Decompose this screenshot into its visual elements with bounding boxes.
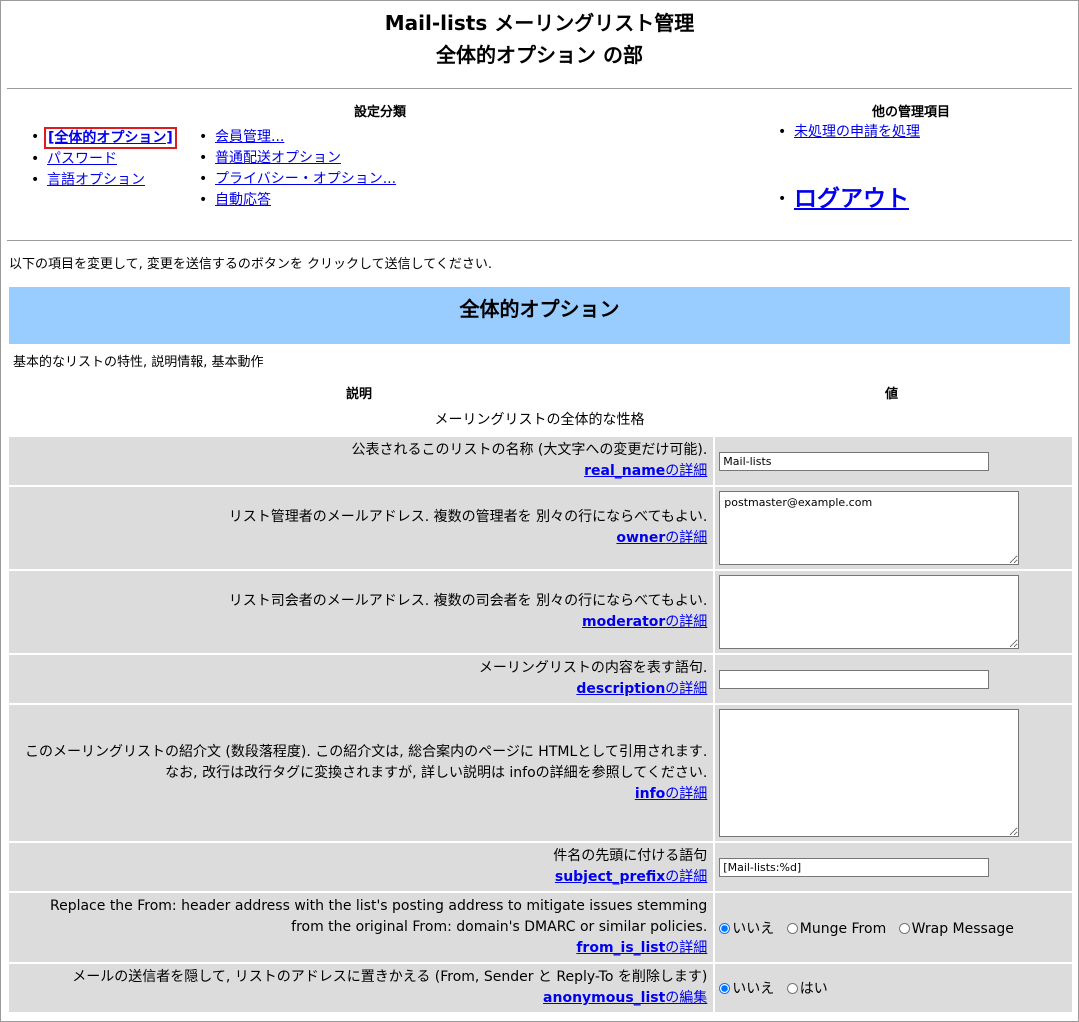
option-value-real-name	[715, 437, 1072, 485]
nav-link-autoreply[interactable]: 自動応答	[215, 192, 271, 208]
option-desc-owner: リスト管理者のメールアドレス. 複数の管理者を 別々の行にならべてもよい. ow…	[9, 487, 714, 569]
nav-link-general-current[interactable]: [全体的オプション]	[48, 130, 173, 146]
option-desc-description: メーリングリストの内容を表す語句. descriptionの詳細	[9, 655, 714, 703]
from-is-list-radio-wrap[interactable]	[898, 922, 910, 934]
option-row-subject-prefix: 件名の先頭に付ける語句 subject_prefixの詳細	[9, 843, 1072, 891]
nav-item-password: パスワード	[29, 149, 177, 170]
option-desc-moderator: リスト司会者のメールアドレス. 複数の司会者を 別々の行にならべてもよい. mo…	[9, 571, 714, 653]
help-link-info[interactable]: infoの詳細	[635, 786, 707, 802]
from-is-list-radio-group: いいえ Munge From Wrap Message	[719, 918, 1066, 938]
option-text: このメーリングリストの紹介文 (数段落程度). この紹介文は, 総合案内のページ…	[24, 743, 708, 781]
option-value-subject-prefix	[715, 843, 1072, 891]
options-table: 公表されるこのリストの名称 (大文字への変更だけ可能). real_nameの詳…	[7, 435, 1074, 1014]
from-is-list-radio-no[interactable]	[719, 922, 731, 934]
option-row-moderator: リスト司会者のメールアドレス. 複数の司会者を 別々の行にならべてもよい. mo…	[9, 571, 1072, 653]
nav-item-members: 会員管理...	[197, 127, 396, 148]
other-admin-heading: 他の管理項目	[872, 105, 951, 120]
help-link-description[interactable]: descriptionの詳細	[576, 681, 707, 697]
option-row-from-is-list: Replace the From: header address with th…	[9, 893, 1072, 962]
option-text: リスト管理者のメールアドレス. 複数の管理者を 別々の行にならべてもよい.	[228, 509, 708, 525]
option-text-line2: from the original From: domain's DMARC o…	[291, 919, 708, 935]
option-row-real-name: 公表されるこのリストの名称 (大文字への変更だけ可能). real_nameの詳…	[9, 437, 1072, 485]
option-text: メーリングリストの内容を表す語句.	[478, 660, 708, 676]
from-is-list-radio-munge[interactable]	[786, 922, 798, 934]
option-text-line1: Replace the From: header address with th…	[49, 898, 708, 914]
nav-item-privacy: プライバシー・オプション...	[197, 169, 396, 190]
option-value-description	[715, 655, 1072, 703]
nav-item-pending: 未処理の申請を処理	[776, 122, 920, 143]
nav-item-logout: ログアウト	[776, 184, 909, 217]
option-desc-info: このメーリングリストの紹介文 (数段落程度). この紹介文は, 総合案内のページ…	[9, 705, 714, 841]
current-category-highlight: [全体的オプション]	[44, 127, 177, 149]
option-value-moderator	[715, 571, 1072, 653]
description-input[interactable]	[719, 669, 990, 689]
option-value-owner: postmaster@example.com	[715, 487, 1072, 569]
page-title: Mail-lists メーリングリスト管理 全体的オプション の部	[1, 1, 1078, 71]
nav-link-members[interactable]: 会員管理...	[215, 129, 284, 145]
nav-link-language[interactable]: 言語オプション	[47, 172, 145, 188]
anonymous-list-option-no[interactable]: いいえ	[719, 981, 774, 997]
option-row-owner: リスト管理者のメールアドレス. 複数の管理者を 別々の行にならべてもよい. ow…	[9, 487, 1072, 569]
option-desc-from-is-list: Replace the From: header address with th…	[9, 893, 714, 962]
admin-nav: 設定分類 [全体的オプション] パスワード 言語オプション 会員管理... 普通…	[1, 89, 1078, 240]
page-title-line2: 全体的オプション の部	[436, 43, 643, 67]
subject-prefix-input[interactable]	[719, 857, 990, 877]
owner-textarea[interactable]: postmaster@example.com	[719, 491, 1020, 565]
option-value-info	[715, 705, 1072, 841]
info-textarea[interactable]	[719, 709, 1020, 837]
nav-item-autoreply: 自動応答	[197, 190, 396, 211]
option-text: リスト司会者のメールアドレス. 複数の司会者を 別々の行にならべてもよい.	[228, 593, 708, 609]
settings-col2: 会員管理... 普通配送オプション プライバシー・オプション... 自動応答	[197, 127, 396, 211]
option-text: 件名の先頭に付ける語句	[553, 848, 708, 864]
option-desc-anonymous-list: メールの送信者を隠して, リストのアドレスに置きかえる (From, Sende…	[9, 964, 714, 1012]
help-link-subject-prefix[interactable]: subject_prefixの詳細	[555, 869, 707, 885]
col-header-value: 値	[885, 387, 899, 402]
page-title-line1: Mail-lists メーリングリスト管理	[384, 11, 695, 35]
col-header-description: 説明	[346, 387, 373, 402]
nav-link-pending-requests[interactable]: 未処理の申請を処理	[794, 124, 920, 140]
column-headers: 説明 値	[1, 373, 1078, 405]
real-name-input[interactable]	[719, 451, 990, 471]
from-is-list-option-wrap[interactable]: Wrap Message	[898, 921, 1014, 937]
logout-list: ログアウト	[776, 184, 909, 217]
option-value-anonymous-list: いいえ はい	[715, 964, 1072, 1012]
option-row-info: このメーリングリストの紹介文 (数段落程度). この紹介文は, 総合案内のページ…	[9, 705, 1072, 841]
help-link-anonymous-list[interactable]: anonymous_listの編集	[543, 990, 707, 1006]
other-admin-list: 未処理の申請を処理	[776, 122, 920, 143]
help-link-from-is-list[interactable]: from_is_listの詳細	[576, 940, 707, 956]
nav-item-nondigest: 普通配送オプション	[197, 148, 396, 169]
nav-link-password[interactable]: パスワード	[47, 151, 117, 167]
nav-item-general: [全体的オプション]	[29, 127, 177, 149]
nav-link-nondigest[interactable]: 普通配送オプション	[215, 150, 341, 166]
help-link-moderator[interactable]: moderatorの詳細	[582, 614, 707, 630]
anonymous-list-radio-yes[interactable]	[786, 983, 798, 994]
anonymous-list-option-yes[interactable]: はい	[786, 981, 828, 997]
section-description: 基本的なリストの特性, 説明情報, 基本動作	[13, 355, 264, 370]
nav-link-privacy[interactable]: プライバシー・オプション...	[215, 171, 396, 187]
from-is-list-option-no[interactable]: いいえ	[719, 921, 774, 937]
settings-col1: [全体的オプション] パスワード 言語オプション	[29, 127, 177, 191]
intro-text: 以下の項目を変更して, 変更を送信するのボタンを クリックして送信してください.	[9, 257, 492, 272]
help-link-owner[interactable]: ownerの詳細	[616, 530, 707, 546]
option-value-from-is-list: いいえ Munge From Wrap Message	[715, 893, 1072, 962]
nav-item-language: 言語オプション	[29, 170, 177, 191]
option-row-description: メーリングリストの内容を表す語句. descriptionの詳細	[9, 655, 1072, 703]
logout-link[interactable]: ログアウト	[794, 186, 909, 212]
option-row-anonymous-list: メールの送信者を隠して, リストのアドレスに置きかえる (From, Sende…	[9, 964, 1072, 1012]
moderator-textarea[interactable]	[719, 575, 1020, 649]
settings-heading: 設定分類	[354, 105, 407, 120]
category-heading: メーリングリストの全体的な性格	[434, 412, 645, 428]
option-text: 公表されるこのリストの名称 (大文字への変更だけ可能).	[351, 442, 708, 458]
section-banner: 全体的オプション	[9, 287, 1070, 344]
anonymous-list-radio-group: いいえ はい	[719, 978, 1066, 998]
option-text: メールの送信者を隠して, リストのアドレスに置きかえる (From, Sende…	[72, 969, 708, 985]
option-desc-subject-prefix: 件名の先頭に付ける語句 subject_prefixの詳細	[9, 843, 714, 891]
option-desc-real-name: 公表されるこのリストの名称 (大文字への変更だけ可能). real_nameの詳…	[9, 437, 714, 485]
help-link-real-name[interactable]: real_nameの詳細	[584, 463, 707, 479]
anonymous-list-radio-no[interactable]	[719, 983, 731, 994]
from-is-list-option-munge[interactable]: Munge From	[786, 921, 886, 937]
